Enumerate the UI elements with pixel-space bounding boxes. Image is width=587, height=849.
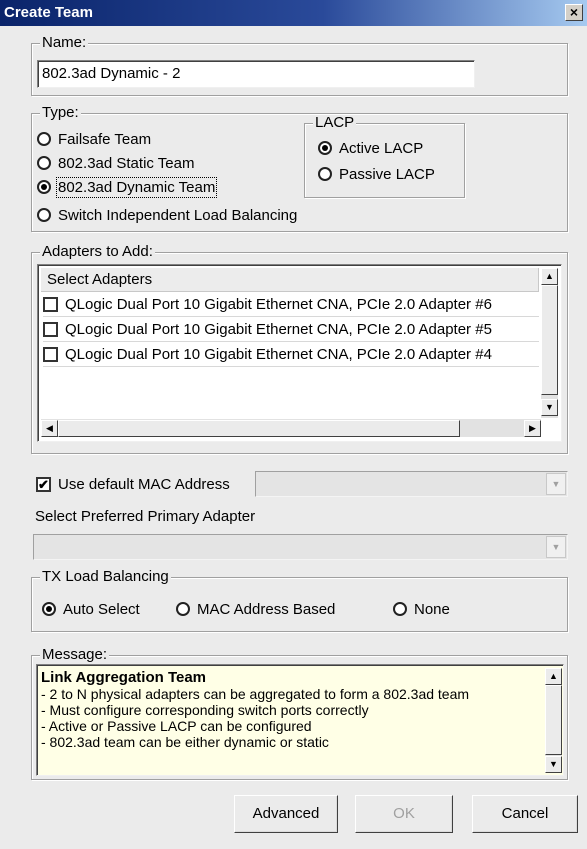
- tx-option-label: Auto Select: [63, 600, 140, 618]
- adapter-row-6[interactable]: QLogic Dual Port 10 Gigabit Ethernet CNA…: [43, 292, 539, 317]
- adapters-list-header[interactable]: Select Adapters: [41, 268, 539, 292]
- auto-select-radio[interactable]: [42, 602, 56, 616]
- message-scroll-down-button[interactable]: ▼: [545, 756, 562, 773]
- adapter-row-5[interactable]: QLogic Dual Port 10 Gigabit Ethernet CNA…: [43, 317, 539, 342]
- tx-option-mac-based[interactable]: MAC Address Based: [176, 599, 335, 619]
- lacp-option-passive[interactable]: Passive LACP: [318, 164, 435, 184]
- advanced-button[interactable]: Advanced: [234, 795, 338, 833]
- adapter-label: QLogic Dual Port 10 Gigabit Ethernet CNA…: [65, 320, 492, 338]
- tx-option-none[interactable]: None: [393, 599, 450, 619]
- static-radio[interactable]: [37, 156, 51, 170]
- chevron-down-icon: ▼: [551, 542, 561, 552]
- list-header-label: Select Adapters: [47, 271, 153, 288]
- tx-option-label: None: [414, 600, 450, 618]
- type-option-static[interactable]: 802.3ad Static Team: [37, 153, 194, 173]
- vertical-scroll-thumb[interactable]: [541, 285, 558, 395]
- type-option-dynamic[interactable]: 802.3ad Dynamic Team: [37, 176, 218, 198]
- chevron-down-icon: ▼: [549, 759, 558, 769]
- adapter-checkbox[interactable]: [43, 321, 58, 337]
- type-option-label: 802.3ad Dynamic Team: [55, 176, 218, 198]
- active-lacp-radio[interactable]: [318, 141, 332, 155]
- chevron-right-icon: ▶: [529, 423, 536, 433]
- lacp-group: LACP Active LACP Passive LACP: [304, 115, 465, 198]
- passive-lacp-radio[interactable]: [318, 167, 332, 181]
- radio-selected-dot: [46, 606, 52, 612]
- type-option-label: Switch Independent Load Balancing: [58, 206, 298, 224]
- scroll-down-button[interactable]: ▼: [541, 399, 558, 416]
- tx-option-auto-select[interactable]: Auto Select: [42, 599, 140, 619]
- primary-dropdown-button[interactable]: ▼: [546, 536, 566, 558]
- type-group: Type: Failsafe Team 802.3ad Static Team …: [31, 105, 568, 232]
- dynamic-radio[interactable]: [37, 180, 51, 194]
- scroll-up-button[interactable]: ▲: [541, 268, 558, 285]
- message-line: - 2 to N physical adapters can be aggreg…: [41, 686, 470, 702]
- lacp-option-label: Active LACP: [339, 139, 424, 157]
- close-button[interactable]: ×: [565, 4, 583, 21]
- primary-adapter-combo[interactable]: ▼: [33, 534, 568, 560]
- adapter-label: QLogic Dual Port 10 Gigabit Ethernet CNA…: [65, 295, 492, 313]
- radio-selected-dot: [41, 184, 47, 190]
- window-title: Create Team: [4, 4, 93, 21]
- message-group-legend: Message:: [40, 646, 110, 663]
- scroll-left-button[interactable]: ◀: [41, 420, 58, 437]
- adapters-group: Adapters to Add: Select Adapters QLogic …: [31, 244, 568, 454]
- type-option-label: Failsafe Team: [58, 130, 152, 148]
- chevron-up-icon: ▲: [549, 671, 558, 681]
- adapters-list[interactable]: Select Adapters QLogic Dual Port 10 Giga…: [37, 264, 562, 442]
- radio-selected-dot: [322, 145, 328, 151]
- message-scroll-thumb[interactable]: [545, 685, 562, 755]
- mac-dropdown-button[interactable]: ▼: [546, 473, 566, 495]
- use-default-mac-label: Use default MAC Address: [58, 475, 230, 493]
- message-title: Link Aggregation Team: [41, 669, 207, 686]
- type-option-failsafe[interactable]: Failsafe Team: [37, 129, 151, 149]
- close-icon: ×: [569, 4, 579, 20]
- chevron-left-icon: ◀: [46, 423, 53, 433]
- message-line: - Must configure corresponding switch po…: [41, 702, 369, 718]
- primary-adapter-label: Select Preferred Primary Adapter: [35, 508, 256, 525]
- chevron-up-icon: ▲: [545, 271, 554, 281]
- scroll-right-button[interactable]: ▶: [524, 420, 541, 437]
- mac-address-combo[interactable]: ▼: [255, 471, 568, 497]
- horizontal-scroll-thumb[interactable]: [58, 420, 460, 437]
- chevron-down-icon: ▼: [551, 479, 561, 489]
- use-default-mac-checkbox[interactable]: ✔: [36, 476, 51, 492]
- message-scroll-up-button[interactable]: ▲: [545, 668, 562, 685]
- type-group-legend: Type:: [40, 104, 81, 121]
- message-box: Link Aggregation Team - 2 to N physical …: [36, 664, 564, 776]
- create-team-dialog: Create Team × Name: 802.3ad Dynamic - 2 …: [0, 0, 587, 849]
- ok-button[interactable]: OK: [355, 795, 453, 833]
- team-name-input[interactable]: 802.3ad Dynamic - 2: [37, 60, 475, 88]
- adapter-label: QLogic Dual Port 10 Gigabit Ethernet CNA…: [65, 345, 492, 363]
- type-option-switch-independent[interactable]: Switch Independent Load Balancing: [37, 205, 297, 225]
- none-radio[interactable]: [393, 602, 407, 616]
- checkmark-icon: ✔: [38, 476, 49, 492]
- tx-load-balancing-group: TX Load Balancing Auto Select MAC Addres…: [31, 569, 568, 632]
- message-line: - 802.3ad team can be either dynamic or …: [41, 734, 329, 750]
- title-bar: Create Team ×: [0, 0, 587, 26]
- tx-option-label: MAC Address Based: [197, 600, 336, 618]
- tx-group-legend: TX Load Balancing: [40, 568, 171, 585]
- adapter-checkbox[interactable]: [43, 296, 58, 312]
- message-line: - Active or Passive LACP can be configur…: [41, 718, 312, 734]
- switch-independent-radio[interactable]: [37, 208, 51, 222]
- message-group: Message: Link Aggregation Team - 2 to N …: [31, 647, 568, 780]
- mac-based-radio[interactable]: [176, 602, 190, 616]
- adapter-row-4[interactable]: QLogic Dual Port 10 Gigabit Ethernet CNA…: [43, 342, 539, 367]
- adapter-checkbox[interactable]: [43, 346, 58, 362]
- lacp-option-active[interactable]: Active LACP: [318, 138, 423, 158]
- name-group-legend: Name:: [40, 34, 89, 51]
- use-default-mac-row[interactable]: ✔ Use default MAC Address: [36, 474, 230, 494]
- failsafe-radio[interactable]: [37, 132, 51, 146]
- name-group: Name: 802.3ad Dynamic - 2: [31, 35, 568, 96]
- type-option-label: 802.3ad Static Team: [58, 154, 195, 172]
- lacp-group-legend: LACP: [313, 114, 357, 131]
- cancel-button[interactable]: Cancel: [472, 795, 578, 833]
- lacp-option-label: Passive LACP: [339, 165, 435, 183]
- adapters-group-legend: Adapters to Add:: [40, 243, 155, 260]
- chevron-down-icon: ▼: [545, 402, 554, 412]
